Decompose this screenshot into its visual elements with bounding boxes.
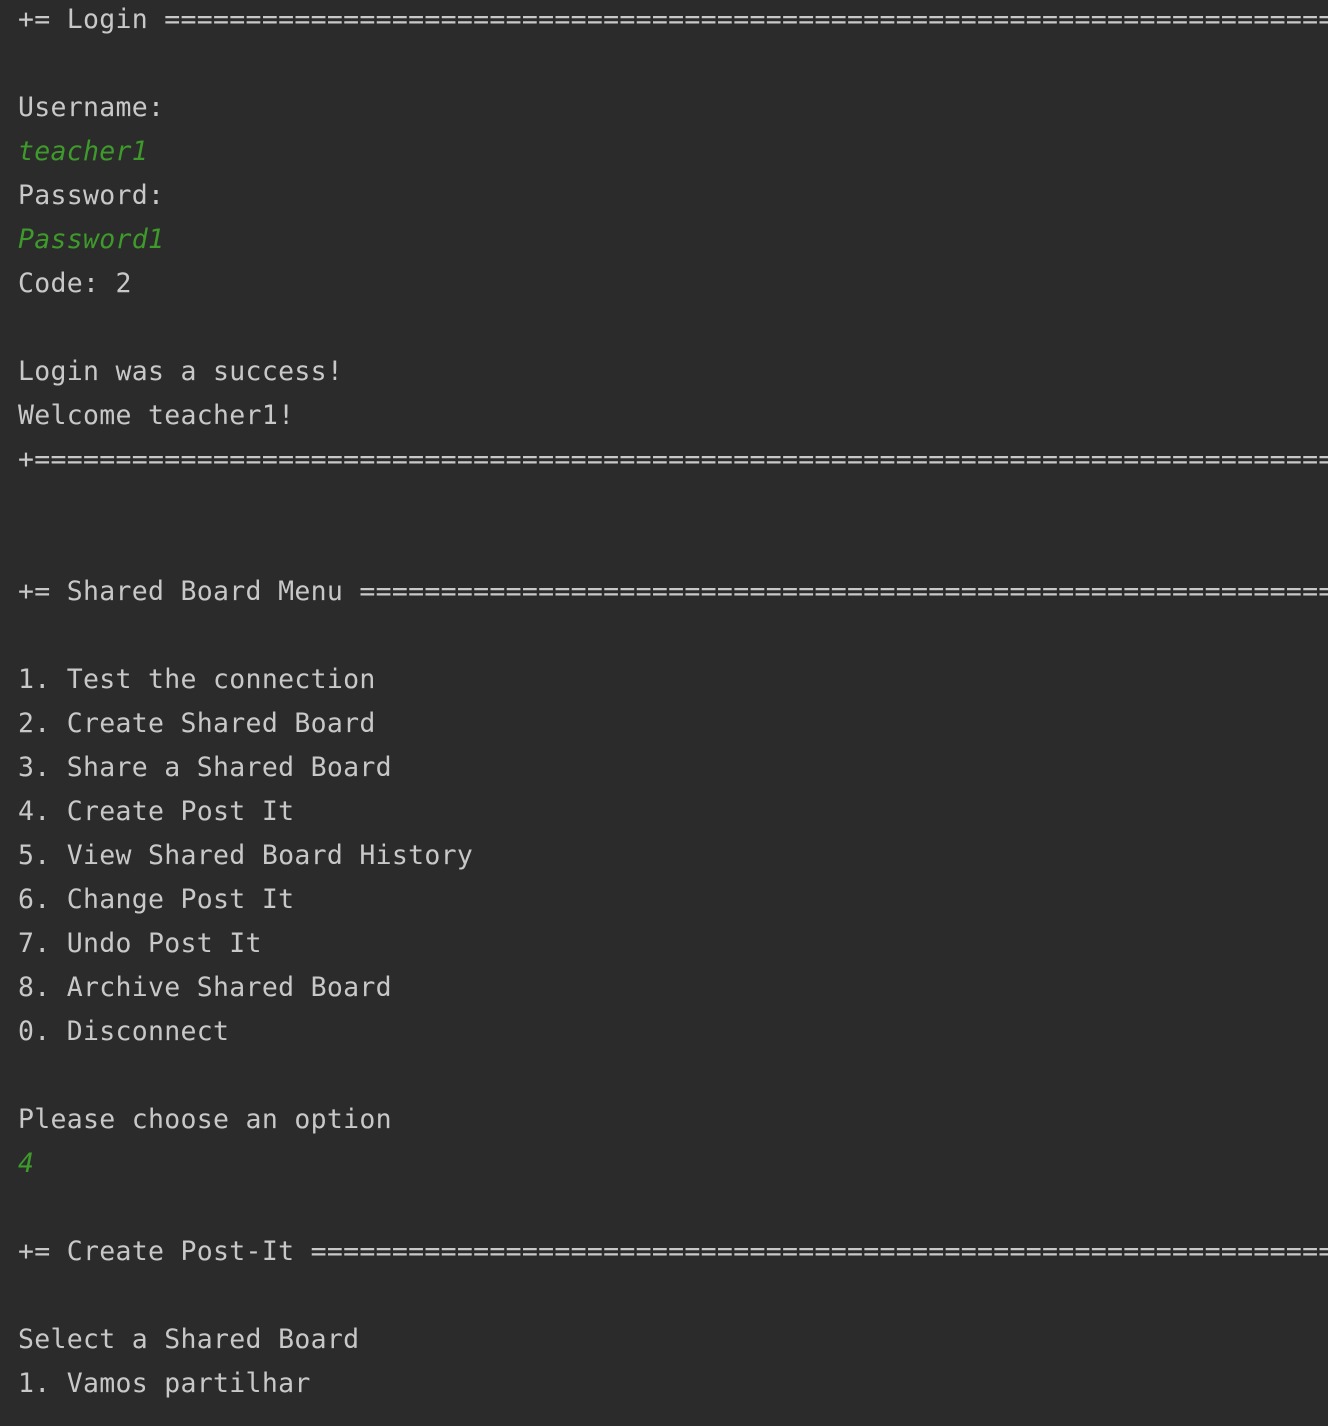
menu-option-change-post-it: 6. Change Post It <box>18 884 295 915</box>
menu-option-disconnect: 0. Disconnect <box>18 1016 230 1047</box>
menu-header: += Shared Board Menu ===================… <box>18 576 1328 607</box>
select-board-prompt: Select a Shared Board <box>18 1324 360 1355</box>
username-input: teacher1 <box>18 136 149 167</box>
menu-option-view-history: 5. View Shared Board History <box>18 840 474 871</box>
welcome-message: Welcome teacher1! <box>18 400 295 431</box>
choose-option-prompt: Please choose an option <box>18 1104 392 1135</box>
username-prompt: Username: <box>18 92 165 123</box>
menu-option-create-post-it: 4. Create Post It <box>18 796 295 827</box>
login-footer: +=======================================… <box>18 444 1328 475</box>
menu-option-share-shared-board: 3. Share a Shared Board <box>18 752 392 783</box>
login-header: += Login ===============================… <box>18 4 1328 35</box>
login-success-message: Login was a success! <box>18 356 344 387</box>
menu-option-archive-board: 8. Archive Shared Board <box>18 972 392 1003</box>
board-option-vamos-partilhar: 1. Vamos partilhar <box>18 1368 311 1399</box>
console-output: += Login ===============================… <box>0 0 1328 1426</box>
create-postit-header: += Create Post-It ======================… <box>18 1236 1328 1267</box>
menu-option-test-connection: 1. Test the connection <box>18 664 376 695</box>
password-input: Password1 <box>18 224 165 255</box>
password-prompt: Password: <box>18 180 165 211</box>
code-line: Code: 2 <box>18 268 132 299</box>
menu-option-undo-post-it: 7. Undo Post It <box>18 928 262 959</box>
option-input: 4 <box>18 1148 35 1179</box>
menu-option-create-shared-board: 2. Create Shared Board <box>18 708 376 739</box>
